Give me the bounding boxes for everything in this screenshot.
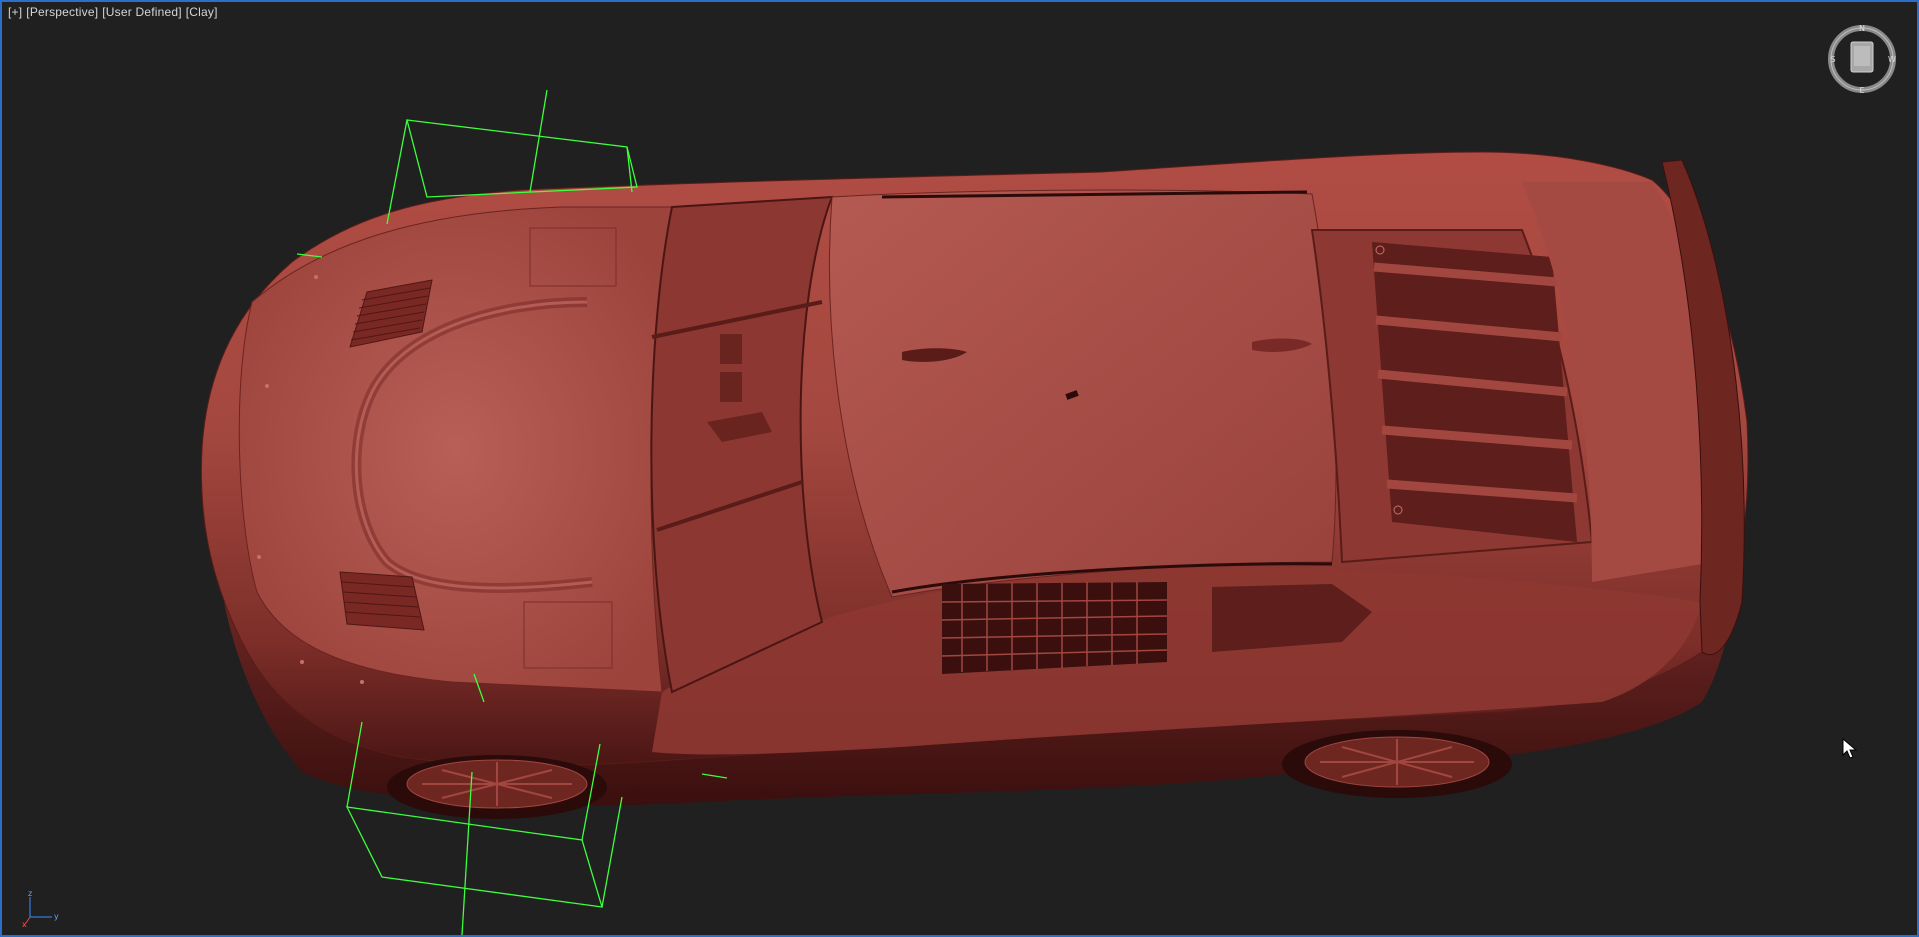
rear-wheel: [1282, 730, 1512, 798]
viewcube-dir-n[interactable]: N: [1859, 24, 1865, 33]
perspective-viewport[interactable]: [+] [Perspective] [User Defined] [Clay]: [0, 0, 1919, 937]
viewcube-dir-e[interactable]: E: [1859, 86, 1864, 95]
car-hood: [238, 206, 673, 693]
car-roof: [829, 189, 1337, 598]
hood-vent-bottom: [339, 571, 425, 631]
axis-z-label: z: [28, 889, 32, 898]
axis-tripod-icon: y z x: [22, 889, 59, 927]
viewcube-dir-w[interactable]: W: [1888, 55, 1896, 64]
front-wheel: [387, 755, 607, 819]
viewcube-compass-icon[interactable]: N S E W: [1825, 22, 1899, 96]
viewcube-dir-s[interactable]: S: [1830, 55, 1835, 64]
axis-x-label: x: [22, 920, 27, 927]
scene-render[interactable]: [2, 2, 1917, 935]
mouse-cursor-icon: [1842, 738, 1858, 759]
axis-y-label: y: [54, 912, 59, 921]
window-net: [941, 582, 1168, 674]
